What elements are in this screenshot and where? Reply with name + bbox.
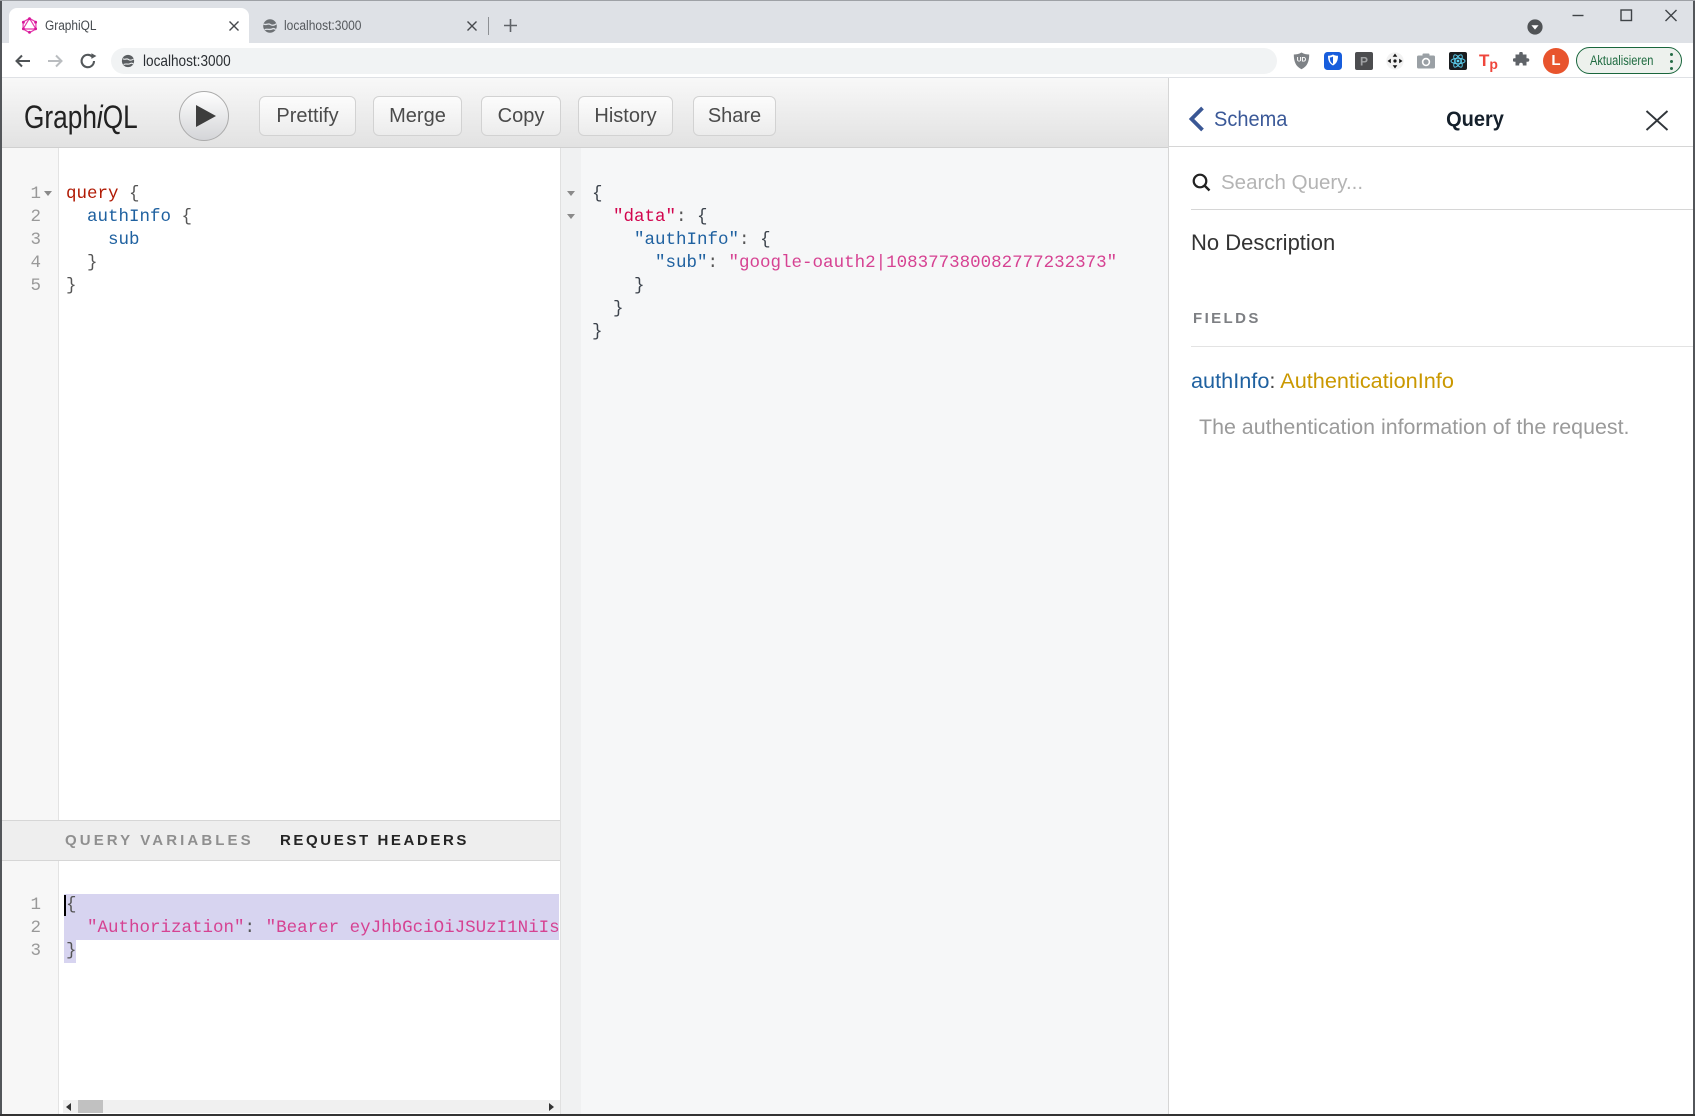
svg-text:P: P — [1360, 55, 1368, 69]
svg-text:UD: UD — [1297, 57, 1307, 64]
